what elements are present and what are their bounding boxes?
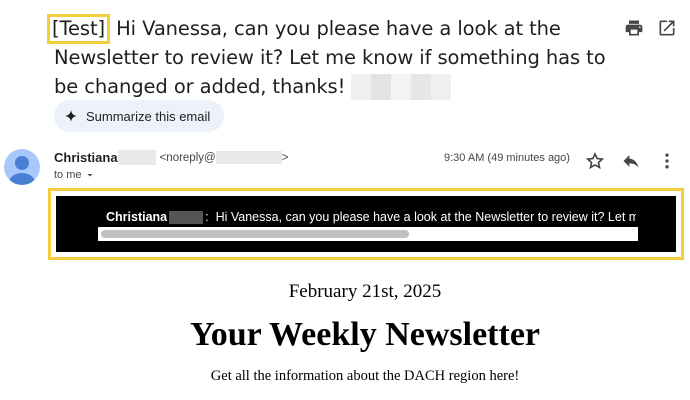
newsletter-subtitle: Get all the information about the DACH r…	[210, 368, 520, 384]
preview-text: Christiana: Hi Vanessa, can you please h…	[106, 210, 636, 225]
scrollbar-thumb[interactable]	[101, 230, 409, 238]
recipient-label: to me	[54, 169, 82, 181]
redacted-signature	[351, 74, 452, 100]
more-vert-icon[interactable]	[657, 151, 677, 171]
subject-tag: [Test]	[47, 14, 111, 44]
newsletter-title: Your Weekly Newsletter	[189, 316, 540, 353]
preview-separator: :	[205, 210, 209, 224]
preview-sender: Christiana	[106, 210, 168, 224]
recipient-row[interactable]: to me	[54, 169, 96, 181]
sender-name: Christiana	[54, 150, 118, 165]
avatar[interactable]	[4, 149, 40, 185]
sparkle-icon	[65, 110, 77, 122]
email-subject: [Test] Hi Vanessa, can you please have a…	[47, 14, 614, 101]
subject-text: Hi Vanessa, can you please have a look a…	[54, 17, 606, 98]
open-in-new-window-icon[interactable]	[657, 18, 679, 40]
chevron-down-icon[interactable]	[84, 169, 96, 181]
sender-row: Christiana <noreply@ >	[54, 150, 288, 165]
summarize-label: Summarize this email	[86, 108, 211, 124]
reply-icon[interactable]	[621, 151, 641, 171]
redacted-surname	[117, 150, 156, 165]
summarize-email-button[interactable]: Summarize this email	[54, 100, 224, 132]
star-icon[interactable]	[585, 151, 605, 171]
preview-banner: Christiana: Hi Vanessa, can you please h…	[56, 196, 676, 252]
person-icon	[9, 156, 35, 185]
redacted-surname	[169, 211, 204, 225]
sender-email-suffix: >	[281, 151, 289, 164]
newsletter-date: February 21st, 2025	[288, 281, 442, 302]
horizontal-scrollbar[interactable]	[98, 227, 638, 241]
highlighted-preview: Christiana: Hi Vanessa, can you please h…	[48, 188, 684, 260]
timestamp: 9:30 AM (49 minutes ago)	[444, 152, 570, 164]
preview-message: Hi Vanessa, can you please have a look a…	[215, 210, 636, 224]
print-icon[interactable]	[624, 18, 646, 40]
redacted-domain	[215, 151, 282, 164]
sender-email: <noreply@ >	[159, 151, 289, 164]
sender-email-prefix: <noreply@	[159, 151, 216, 164]
